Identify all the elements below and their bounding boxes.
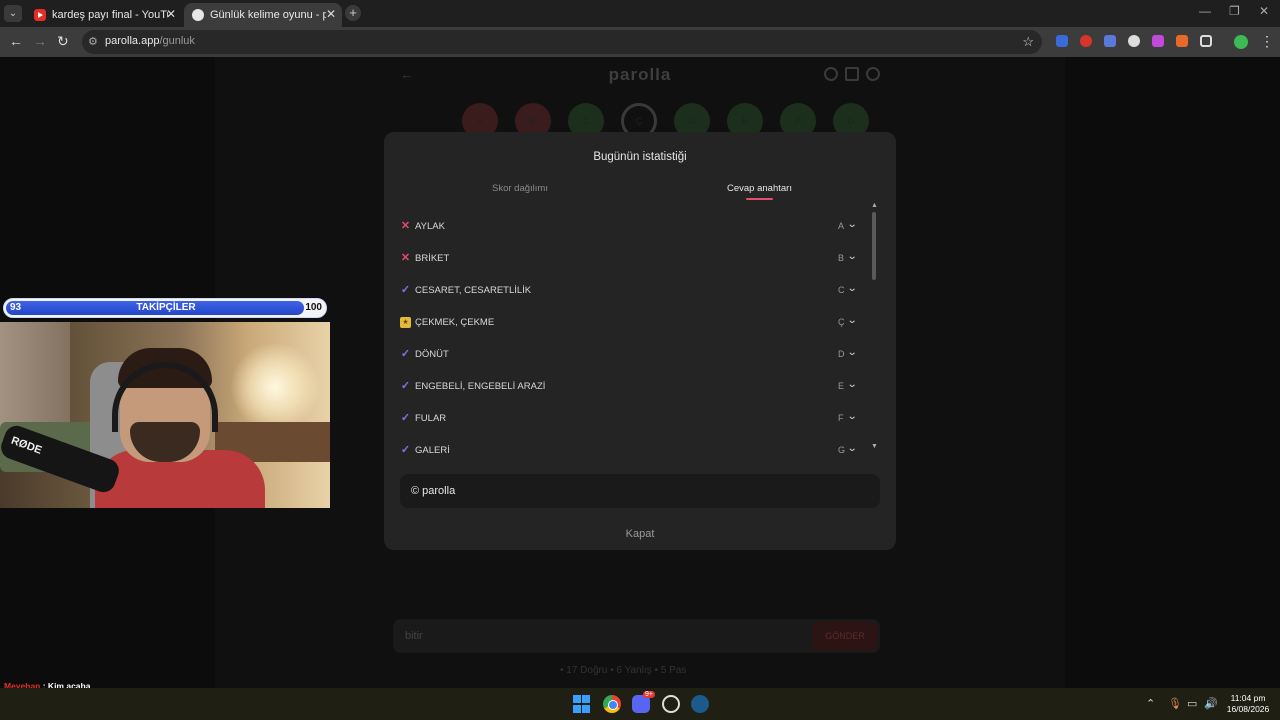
answer-row[interactable]: ✓ ENGEBELİ, ENGEBELİ ARAZİ E ⌄ [400, 377, 862, 397]
url-text: parolla.app/gunluk [105, 35, 195, 47]
browser-toolbar: ← → ↻ ⚙ parolla.app/gunluk ☆ ⋮ [0, 27, 1280, 57]
wrong-x-icon: ✕ [400, 220, 411, 232]
answer-row[interactable]: ✕ AYLAK A ⌄ [400, 217, 862, 237]
send-button[interactable]: GÖNDER [812, 622, 878, 650]
extension-icon[interactable] [1128, 35, 1140, 47]
windows-taskbar: 9+ ⌃ 🎙 ▭ 🔊 [0, 688, 1280, 720]
obs-icon[interactable] [662, 695, 680, 713]
close-button[interactable]: Kapat [384, 528, 896, 540]
chevron-down-icon[interactable]: ⌄ [847, 219, 858, 230]
extension-icon[interactable] [1080, 35, 1092, 47]
answer-input[interactable]: bitir GÖNDER [393, 619, 880, 653]
tab-answer-key[interactable]: Cevap anahtarı [727, 183, 792, 194]
follower-goal: 100 [305, 302, 322, 313]
answer-row[interactable]: ✕ BRİKET B ⌄ [400, 249, 862, 269]
profile-avatar[interactable] [1234, 35, 1248, 49]
steam-icon[interactable] [691, 695, 709, 713]
tab-parolla[interactable]: Günlük kelime oyunu - parolla ✕ [184, 3, 342, 27]
chevron-down-icon[interactable]: ⌄ [847, 411, 858, 422]
check-icon: ✓ [400, 444, 411, 454]
check-icon: ✓ [400, 284, 411, 296]
scroll-up-arrow-icon[interactable]: ▲ [871, 202, 878, 209]
chevron-down-icon[interactable]: ⌄ [847, 251, 858, 262]
discord-badge: 9+ [643, 691, 655, 698]
pass-joker-icon: ★ [400, 317, 411, 328]
youtube-icon [34, 9, 46, 21]
answer-row[interactable]: ★ ÇEKMEK, ÇEKME Ç ⌄ [400, 313, 862, 333]
extension-icon[interactable] [1056, 35, 1068, 47]
follower-count: 93 [10, 302, 22, 313]
minimize-icon[interactable]: — [1199, 4, 1211, 18]
stats-modal: Bugünün istatistiği Skor dağılımı Cevap … [384, 132, 896, 550]
parolla-icon [192, 9, 204, 21]
check-icon: ✓ [400, 412, 411, 424]
tab-score-distribution[interactable]: Skor dağılımı [492, 183, 548, 194]
new-tab-plus-icon[interactable]: + [345, 5, 361, 21]
answer-row[interactable]: ✓ DÖNÜT D ⌄ [400, 345, 862, 365]
scrollbar-thumb[interactable] [872, 212, 876, 280]
chrome-icon[interactable] [603, 695, 621, 713]
restore-icon[interactable]: ❐ [1229, 4, 1240, 18]
active-tab-indicator [746, 198, 773, 200]
site-info-icon[interactable]: ⚙ [88, 35, 98, 48]
close-tab-icon[interactable]: ✕ [326, 7, 336, 21]
volume-icon[interactable]: 🔊 [1204, 697, 1218, 710]
chevron-down-icon[interactable]: ⌄ [847, 347, 858, 358]
forward-arrow-icon[interactable]: → [33, 33, 47, 49]
network-icon[interactable]: ▭ [1187, 697, 1197, 710]
answer-row[interactable]: ✓ GALERİ G ⌄ [400, 441, 862, 453]
tray-chevron-up-icon[interactable]: ⌃ [1146, 697, 1155, 710]
close-tab-icon[interactable]: ✕ [166, 7, 176, 21]
lamp-glow [230, 342, 320, 432]
answer-row[interactable]: ✓ FULAR F ⌄ [400, 409, 862, 429]
answer-list-scrollbar[interactable]: ▲ ▼ [870, 202, 878, 452]
chevron-down-icon[interactable]: ⌄ [847, 443, 858, 453]
bookmark-star-icon[interactable]: ☆ [1022, 34, 1034, 50]
check-icon: ✓ [400, 348, 411, 360]
stats-chart-icon[interactable] [845, 67, 859, 81]
info-icon[interactable] [824, 67, 838, 81]
close-window-icon[interactable]: ✕ [1259, 4, 1269, 18]
scroll-down-arrow-icon[interactable]: ▼ [871, 443, 878, 450]
answer-row[interactable]: ✓ CESARET, CESARETLİLİK C ⌄ [400, 281, 862, 301]
browser-tab-strip: ⌄ kardeş payı final - YouTube ✕ Günlük k… [0, 0, 1280, 27]
extension-icon[interactable] [1176, 35, 1188, 47]
tab-search-chevron-icon[interactable]: ⌄ [4, 5, 22, 22]
game-logo: parolla [608, 65, 672, 84]
copyright-box: © parolla [400, 474, 880, 508]
webcam-feed: RØDE [0, 322, 330, 508]
tab-youtube[interactable]: kardeş payı final - YouTube ✕ [26, 3, 182, 27]
back-arrow-icon[interactable]: ← [9, 33, 23, 49]
profile-icon[interactable] [866, 67, 880, 81]
menu-kebab-icon[interactable]: ⋮ [1260, 33, 1274, 50]
follower-goal-label: TAKİPÇİLER [136, 302, 196, 313]
answer-list: ✕ AYLAK A ⌄ ✕ BRİKET B ⌄ ✓ CESARET, CESA… [400, 211, 862, 453]
windows-start-icon[interactable] [573, 695, 591, 713]
extension-icon[interactable] [1104, 35, 1116, 47]
follower-goal-bar: TAKİPÇİLER 93 100 [3, 298, 327, 318]
check-icon: ✓ [400, 380, 411, 392]
address-bar[interactable]: ⚙ parolla.app/gunluk ☆ [82, 30, 1042, 54]
discord-icon[interactable]: 9+ [632, 691, 655, 713]
tab-title: Günlük kelime oyunu - parolla [210, 9, 326, 21]
tab-title: kardeş payı final - YouTube [52, 9, 168, 21]
extension-icon[interactable] [1152, 35, 1164, 47]
extensions-puzzle-icon[interactable] [1200, 35, 1212, 47]
modal-title: Bugünün istatistiği [593, 151, 687, 163]
chevron-down-icon[interactable]: ⌄ [847, 315, 858, 326]
game-stats-line: • 17 Doğru • 6 Yanlış • 5 Pas [560, 665, 687, 676]
wrong-x-icon: ✕ [400, 252, 411, 264]
taskbar-clock[interactable]: 11:04 pm 16/08/2026 [1222, 693, 1274, 715]
screen: ⌄ kardeş payı final - YouTube ✕ Günlük k… [0, 0, 1280, 720]
chevron-down-icon[interactable]: ⌄ [847, 379, 858, 390]
chevron-down-icon[interactable]: ⌄ [847, 283, 858, 294]
reload-icon[interactable]: ↻ [57, 33, 69, 50]
microphone-icon[interactable]: 🎙 [1168, 697, 1182, 710]
